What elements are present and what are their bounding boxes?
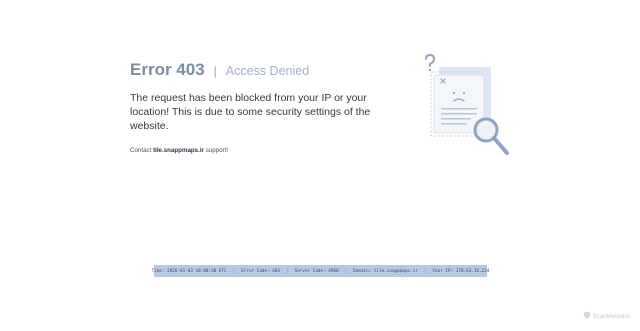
scanmalware-logo-icon bbox=[583, 311, 591, 321]
error-info-bar: Time: 2026-01-03 18:08:38 UTC | Error Co… bbox=[152, 265, 489, 277]
error-block: Error 403 | Access Denied The request ha… bbox=[130, 60, 390, 154]
info-error-code: Error Code: 403 bbox=[241, 268, 281, 274]
scanmalware-watermark: ScanMalware bbox=[583, 311, 631, 321]
blocked-document-magnifier-icon bbox=[423, 52, 513, 158]
info-server-code: Server Code: 4900 bbox=[294, 268, 339, 274]
watermark-text: ScanMalware bbox=[592, 312, 631, 320]
error-message: The request has been blocked from your I… bbox=[130, 92, 371, 132]
error-title: Error 403 | Access Denied bbox=[130, 60, 390, 80]
error-code: Error 403 bbox=[130, 60, 205, 79]
title-divider: | bbox=[213, 64, 217, 78]
error-status: Access Denied bbox=[225, 64, 310, 78]
contact-domain: tile.snappmaps.ir bbox=[153, 147, 204, 154]
contact-suffix: support! bbox=[205, 147, 229, 154]
contact-line: Contact tile.snappmaps.ir support! bbox=[130, 147, 390, 154]
info-ip: Your IP: 178.63.16.224 bbox=[432, 268, 490, 274]
contact-prefix: Contact bbox=[130, 147, 152, 154]
info-domain: Domain: tile.snappmaps.ir bbox=[353, 268, 418, 274]
info-time: Time: 2026-01-03 18:08:38 UTC bbox=[151, 268, 227, 274]
